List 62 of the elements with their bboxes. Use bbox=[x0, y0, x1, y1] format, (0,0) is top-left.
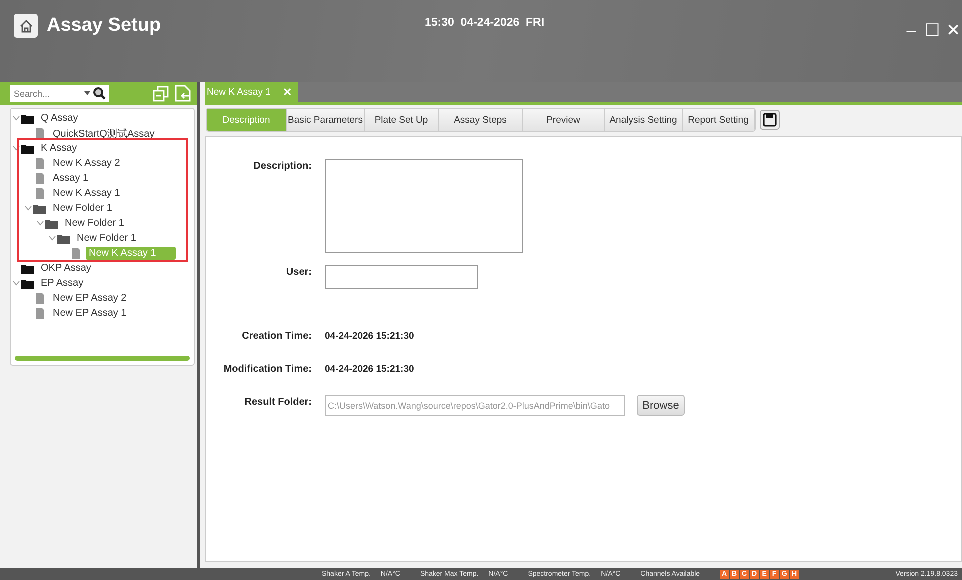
close-button[interactable]: ✕ bbox=[945, 22, 962, 40]
tab[interactable]: Plate Set Up bbox=[365, 109, 439, 131]
tree-item[interactable]: New Folder 1 bbox=[50, 202, 116, 215]
document-icon bbox=[33, 308, 47, 319]
description-field[interactable] bbox=[325, 159, 523, 253]
tree-item[interactable]: New K Assay 1 bbox=[50, 187, 124, 200]
save-button[interactable] bbox=[760, 110, 780, 130]
field-label: Modification Time: bbox=[222, 363, 312, 375]
window-title: Assay Setup bbox=[47, 15, 162, 37]
save-icon bbox=[763, 113, 777, 127]
user-field[interactable] bbox=[325, 265, 478, 289]
clock-text: 15:30 04-24-2026 FRI bbox=[425, 17, 545, 29]
document-icon bbox=[33, 188, 47, 199]
tree-item[interactable]: Q Assay bbox=[38, 112, 82, 125]
tree-item[interactable]: QuickStartQ测试Assay bbox=[50, 126, 158, 142]
collapse-all-icon[interactable] bbox=[153, 86, 169, 102]
field-label: Result Folder: bbox=[244, 396, 312, 408]
import-icon[interactable] bbox=[175, 85, 191, 102]
chevron-icon[interactable] bbox=[24, 206, 32, 211]
maximize-button[interactable]: ☐ bbox=[924, 22, 941, 40]
folder-icon bbox=[33, 204, 47, 214]
folder-icon bbox=[21, 144, 35, 154]
tree-item[interactable]: Assay 1 bbox=[50, 172, 92, 185]
tree-item[interactable]: New EP Assay 2 bbox=[50, 292, 130, 305]
folder-icon bbox=[21, 114, 35, 124]
tab[interactable]: Assay Steps bbox=[439, 109, 523, 131]
chevron-icon[interactable] bbox=[12, 116, 20, 121]
document-icon bbox=[33, 173, 47, 184]
home-button[interactable] bbox=[14, 14, 38, 38]
tree-item[interactable]: New K Assay 2 bbox=[50, 157, 124, 170]
field-label: Creation Time: bbox=[241, 330, 312, 342]
document-icon bbox=[33, 293, 47, 304]
chevron-icon[interactable] bbox=[48, 236, 56, 241]
folder-icon bbox=[45, 218, 59, 228]
tab[interactable]: Preview bbox=[523, 109, 605, 131]
folder-icon bbox=[57, 234, 71, 244]
folder-icon bbox=[21, 264, 35, 274]
time-value: 04-24-2026 15:21:30 bbox=[325, 330, 416, 342]
document-icon bbox=[69, 248, 83, 259]
browse-button[interactable]: Browse bbox=[637, 395, 685, 416]
chevron-icon[interactable] bbox=[36, 221, 44, 226]
tree-item[interactable]: K Assay bbox=[38, 142, 80, 155]
scroll-bar[interactable] bbox=[15, 356, 190, 361]
tree-item[interactable]: New Folder 1 bbox=[62, 217, 128, 230]
document-icon bbox=[33, 128, 47, 139]
tab[interactable]: Analysis Setting bbox=[605, 109, 683, 131]
chevron-icon[interactable] bbox=[12, 281, 20, 286]
tab[interactable]: Basic Parameters bbox=[287, 109, 365, 131]
field-label: Description: bbox=[252, 160, 312, 172]
document-icon bbox=[33, 158, 47, 169]
chevron-icon[interactable] bbox=[12, 146, 20, 151]
home-icon bbox=[18, 18, 34, 34]
tree-item[interactable]: New Folder 1 bbox=[74, 232, 140, 245]
minimize-button[interactable]: – bbox=[903, 22, 920, 40]
tab[interactable]: Report Setting bbox=[683, 109, 755, 131]
search-field[interactable]: Search... bbox=[10, 85, 109, 102]
field-label: User: bbox=[285, 266, 312, 278]
folder-icon bbox=[21, 278, 35, 288]
time-value: 04-24-2026 15:21:30 bbox=[325, 363, 416, 375]
tree-item[interactable]: EP Assay bbox=[38, 277, 87, 290]
tree-item[interactable]: OKP Assay bbox=[38, 262, 94, 275]
tree-item[interactable]: New EP Assay 1 bbox=[50, 307, 130, 320]
